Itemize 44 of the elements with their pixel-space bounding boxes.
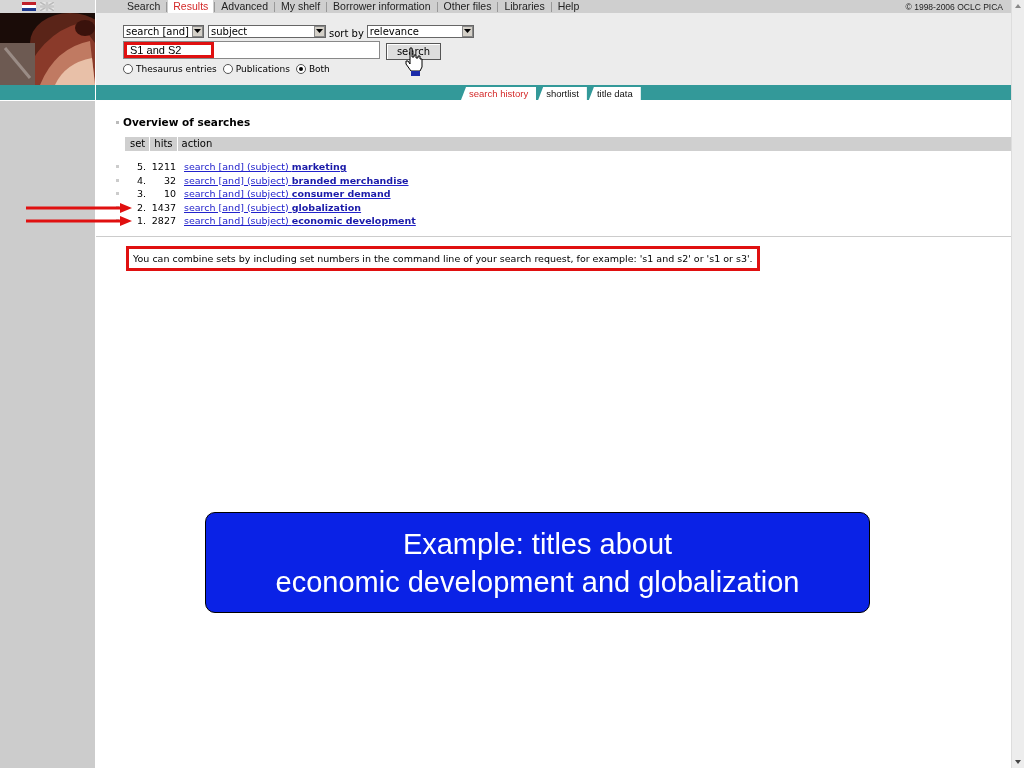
scrollbar[interactable] — [1011, 0, 1024, 768]
set-number: 3. — [135, 188, 146, 200]
scope-radio[interactable]: Both — [295, 64, 330, 74]
search-link[interactable]: search [and] (subject) consumer demand — [184, 188, 391, 200]
hit-count: 2827 — [150, 215, 176, 227]
hit-count: 10 — [162, 188, 176, 200]
section-title: Overview of searches — [123, 116, 251, 128]
dutch-flag-icon[interactable] — [21, 2, 36, 11]
nav-link[interactable]: Borrower information — [328, 0, 436, 13]
nav-link[interactable]: Help — [552, 0, 585, 13]
hit-count: 32 — [162, 174, 176, 186]
search-link[interactable]: search [and] (subject) economic development — [184, 215, 416, 227]
nav-link[interactable]: My shelf — [276, 0, 326, 13]
search-link[interactable]: search [and] (subject) globalization — [184, 201, 362, 213]
nav-link[interactable]: Advanced — [216, 0, 273, 13]
search-link[interactable]: search [and] (subject) marketing — [184, 161, 347, 173]
tab[interactable]: title data — [588, 87, 641, 100]
sort-label: sort by — [329, 27, 364, 39]
nav-link[interactable]: Results — [168, 0, 214, 13]
field-dropdown[interactable]: subject — [208, 24, 326, 38]
callout-text: Example: titles about — [402, 526, 673, 562]
nav-link[interactable]: Other files — [438, 0, 497, 13]
set-number: 1. — [135, 215, 146, 227]
column-header: hits — [149, 137, 177, 151]
column-header: set — [124, 137, 150, 151]
set-number: 2. — [135, 201, 146, 213]
tab[interactable]: shortlist — [538, 87, 587, 100]
operator-dropdown[interactable]: search [and] — [123, 24, 204, 38]
callout-text: economic development and globalization — [275, 564, 800, 600]
hint-text: You can combine sets by including set numbers in the command line of your search request, for example: 's1 and s2' or 's1 or s3'. — [126, 245, 760, 271]
column-header: action — [176, 137, 217, 151]
search-link[interactable]: search [and] (subject) branded merchandise — [184, 174, 409, 186]
search-input[interactable]: S1 and S2 — [123, 41, 380, 59]
tab[interactable]: search history — [461, 87, 537, 100]
nav-link[interactable]: Search — [122, 0, 166, 13]
scope-radio[interactable]: Publications — [222, 64, 290, 74]
hit-count: 1211 — [150, 161, 176, 173]
sort-dropdown[interactable]: relevance — [366, 24, 474, 38]
set-number: 5. — [135, 161, 146, 173]
scope-radio[interactable]: Thesaurus entries — [123, 64, 217, 74]
copyright-text: © 1998-2006 OCLC PICA — [905, 1, 1004, 12]
hit-count: 1437 — [150, 201, 176, 213]
nav-link[interactable]: Libraries — [499, 0, 550, 13]
set-number: 4. — [135, 174, 146, 186]
